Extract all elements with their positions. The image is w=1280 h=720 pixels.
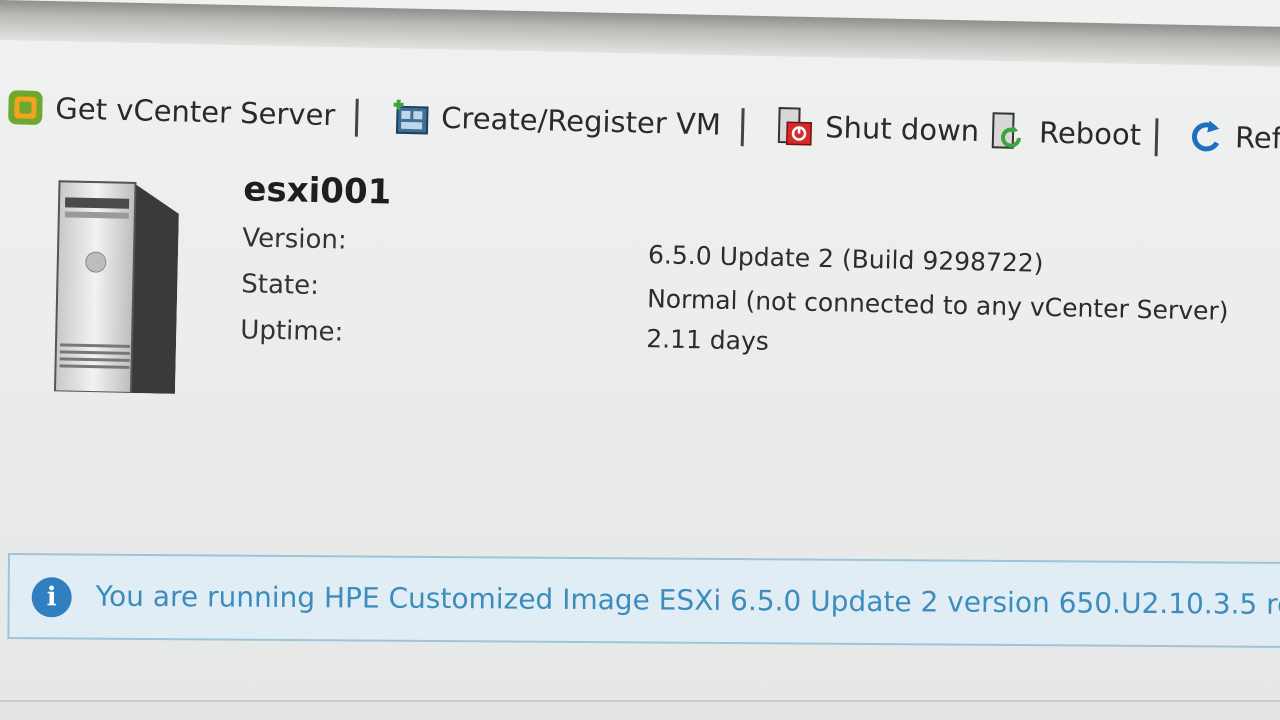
get-vcenter-label: Get vCenter Server bbox=[55, 91, 336, 133]
toolbar-separator bbox=[354, 98, 359, 137]
state-label: State: bbox=[241, 269, 320, 301]
version-value: 6.5.0 Update 2 (Build 9298722) bbox=[647, 240, 1044, 278]
reboot-icon bbox=[989, 111, 1030, 152]
esxi-host-client-screen: Get vCenter Server Create/Register VM Sh… bbox=[0, 0, 1280, 720]
shutdown-label: Shut down bbox=[824, 110, 980, 148]
vcenter-icon bbox=[5, 87, 46, 128]
refresh-icon bbox=[1185, 116, 1226, 157]
version-label: Version: bbox=[242, 223, 348, 256]
shutdown-icon bbox=[775, 106, 816, 147]
host-name: esxi001 bbox=[242, 169, 392, 213]
refresh-label: Refr bbox=[1234, 120, 1280, 156]
toolbar-separator bbox=[1154, 118, 1159, 157]
server-icon bbox=[53, 179, 180, 394]
create-vm-label: Create/Register VM bbox=[440, 100, 722, 142]
get-vcenter-button[interactable]: Get vCenter Server bbox=[5, 84, 336, 138]
reboot-label: Reboot bbox=[1038, 115, 1142, 152]
toolbar-separator bbox=[740, 108, 745, 147]
info-icon: i bbox=[31, 577, 72, 618]
create-register-vm-button[interactable]: Create/Register VM bbox=[391, 94, 722, 148]
uptime-label: Uptime: bbox=[240, 315, 344, 348]
create-vm-icon bbox=[391, 97, 432, 138]
monitor-bezel-shadow bbox=[0, 0, 1280, 67]
state-value: Normal (not connected to any vCenter Ser… bbox=[646, 284, 1229, 326]
info-banner: i You are running HPE Customized Image E… bbox=[7, 553, 1280, 649]
bottom-panel bbox=[0, 700, 1280, 720]
refresh-button[interactable]: Refr bbox=[1185, 113, 1280, 162]
shutdown-button[interactable]: Shut down bbox=[775, 103, 980, 154]
host-summary: esxi001 Version: 6.5.0 Update 2 (Build 9… bbox=[0, 160, 1280, 448]
info-banner-message: You are running HPE Customized Image ESX… bbox=[95, 579, 1280, 622]
uptime-value: 2.11 days bbox=[645, 324, 770, 356]
reboot-button[interactable]: Reboot bbox=[989, 108, 1142, 158]
